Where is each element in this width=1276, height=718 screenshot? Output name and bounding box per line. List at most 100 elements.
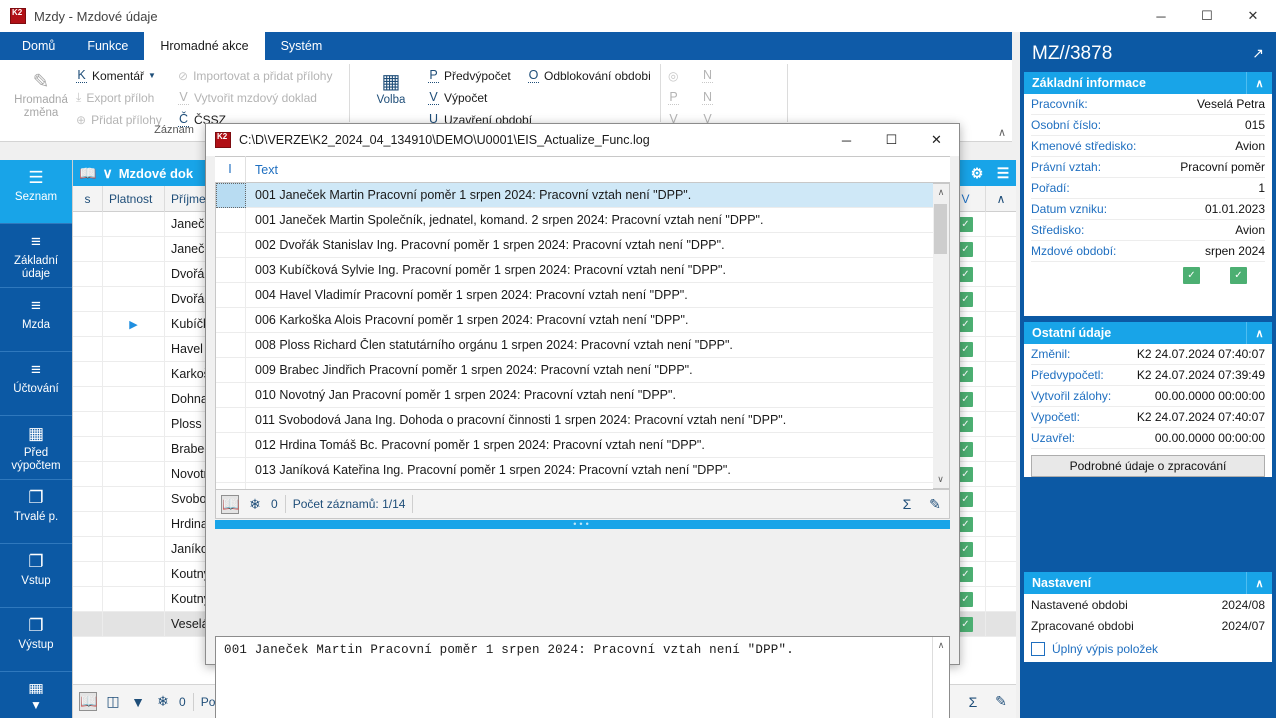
log-row[interactable]: 002 Dvořák Stanislav Ing. Pracovní poměr… [216,232,949,258]
info-value: srpen 2024 [1204,244,1265,258]
log-row[interactable]: 001 Janeček Martin Společník, jednatel, … [216,207,949,233]
predvypocet-button[interactable]: P Předvýpočet [428,65,532,86]
volba-button[interactable]: ▦ Volba [356,64,426,107]
section-title-nastaveni: Nastavení [1032,576,1092,590]
book-icon[interactable]: 📖 [79,692,97,711]
chevron-down-icon[interactable]: ∨ [102,165,112,182]
log-dialog-maximize-button[interactable]: ☐ [869,124,914,156]
column-header-platnost[interactable]: Platnost [103,185,165,212]
log-scrollbar-thumb[interactable] [934,204,947,254]
log-list-scrollbar[interactable]: ∧ ∨ [933,183,950,489]
chevron-down-icon[interactable]: ▼ [148,71,156,80]
log-row-marker [216,332,246,358]
sidebar-item-uctovani[interactable]: ≡ Účtování [0,352,72,416]
maximize-button[interactable]: ☐ [1184,0,1230,32]
log-row-text: 004 Havel Vladimír Pracovní poměr 1 srpe… [255,288,688,302]
cell-sort [986,387,1016,412]
popout-icon[interactable]: ↗ [1252,45,1264,62]
odblokovani-obdobi-button[interactable]: O Odblokování obdobi [528,65,651,86]
chevron-up-icon[interactable]: ∧ [1246,72,1272,94]
sidebar-item-vstup[interactable]: ❐ Vstup [0,544,72,608]
log-dialog-minimize-button[interactable]: ─ [824,124,869,156]
section-header-zakladni-informace[interactable]: Základní informace ∧ [1024,72,1272,94]
chevron-up-icon[interactable]: ∧ [1246,322,1272,344]
sidebar-more-button[interactable]: ▼ [0,694,72,718]
ribbon-tab-hromadne-akce[interactable]: Hromadné akce [144,32,265,60]
ribbon-group-disabled: ◎ P V N N V [666,60,786,127]
log-row[interactable]: 011 Svobodová Jana Ing. Dohoda o pracovn… [216,407,949,433]
ribbon-tab-system[interactable]: Systém [265,32,339,60]
sidebar-item-mzda[interactable]: ≡ Mzda [0,288,72,352]
importovat-prilohy-button[interactable]: ⊘ Importovat a přidat přílohy [178,65,332,86]
chevron-up-icon[interactable]: ∧ [1246,572,1272,594]
menu-icon[interactable]: ☰ [990,160,1016,186]
section-header-ostatni-udaje[interactable]: Ostatní údaje ∧ [1024,322,1272,344]
ribbon-collapse-button[interactable]: ∧ [998,126,1006,139]
scroll-down-icon[interactable]: ∨ [933,471,948,488]
log-row[interactable]: 012 Hrdina Tomáš Bc. Pracovní poměr 1 sr… [216,432,949,458]
log-row[interactable]: 010 Novotný Jan Pracovní poměr 1 srpen 2… [216,382,949,408]
disabled-ring-button[interactable]: ◎ [668,65,684,86]
box-icon[interactable]: ◫ [104,693,122,710]
sidebar-item-trvale-p[interactable]: ❐ Trvalé p. [0,480,72,544]
sum-icon[interactable]: Σ [964,694,982,710]
log-row[interactable]: 004 Havel Vladimír Pracovní poměr 1 srpe… [216,282,949,308]
cell-sort [986,487,1016,512]
sum-icon[interactable]: Σ [898,496,916,512]
info-row: Středisko: Avion [1031,220,1265,241]
log-row[interactable]: 003 Kubíčková Sylvie Ing. Pracovní poměr… [216,257,949,283]
column-header-s[interactable]: s [73,185,103,212]
scroll-up-icon[interactable]: ∧ [933,184,949,201]
sidebar-item-zakladni-udaje[interactable]: ≡ Základní údaje [0,224,72,288]
snowflake-icon[interactable]: ❄ [154,693,172,710]
log-list[interactable]: 001 Janeček Martin Pracovní poměr 1 srpe… [215,183,950,489]
dialog-splitter[interactable]: ••• [215,520,950,529]
komentar-button[interactable]: K Komentář ▼ [76,65,162,86]
vytvorit-mzdovy-doklad-button[interactable]: V Vytvořit mzdový doklad [178,87,332,108]
hromadna-zmena-button[interactable]: ✎ Hromadná změna [6,64,76,120]
sidebar-item-vystup[interactable]: ❐ Výstup [0,608,72,672]
vypocet-button[interactable]: V Výpočet [428,87,532,108]
log-row-text: 003 Kubíčková Sylvie Ing. Pracovní poměr… [255,263,726,277]
log-dialog-close-button[interactable]: ✕ [914,124,959,156]
filter-icon[interactable]: ▼ [129,694,147,710]
disabled-n1-button[interactable]: N [702,65,718,86]
log-row[interactable]: 009 Brabec Jindřich Pracovní poměr 1 srp… [216,357,949,383]
column-header-sort[interactable]: ∧ [986,186,1016,212]
section-header-nastaveni[interactable]: Nastavení ∧ [1024,572,1272,594]
grid-header-tools: ⚙ ☰ [964,160,1016,186]
sidebar-item-seznam[interactable]: ☰ Seznam [0,160,72,224]
ribbon-separator-1 [349,64,350,122]
cell-s [73,236,103,262]
close-button[interactable]: ✕ [1230,0,1276,32]
disabled-n2-button[interactable]: N [702,87,718,108]
edit-icon[interactable]: ✎ [992,693,1010,710]
log-dialog-window-controls: ─ ☐ ✕ [824,124,959,156]
checkbox-row-uplny-vypis[interactable]: Úplný výpis položek [1031,636,1265,662]
book-icon[interactable]: 📖 [221,494,239,514]
log-row[interactable]: 013 Janíková Kateřina Ing. Pracovní pomě… [216,457,949,483]
log-detail-pane[interactable]: 001 Janeček Martin Pracovní poměr 1 srpe… [215,636,950,718]
log-row[interactable]: 006 Karkoška Alois Pracovní poměr 1 srpe… [216,307,949,333]
sidebar-item-pred-vypoctem[interactable]: ▦ Před výpočtem [0,416,72,480]
minimize-button[interactable]: ─ [1138,0,1184,32]
log-column-header-text[interactable]: Text [246,163,278,177]
detail-vertical-scrollbar[interactable]: ∧ ∨ [932,637,949,718]
pridat-prilohy-button[interactable]: ⊕ Přidat přílohy [76,109,162,130]
log-row[interactable]: 001 Janeček Martin Pracovní poměr 1 srpe… [216,183,949,208]
gear-icon[interactable]: ⚙ [964,160,990,186]
ribbon-tab-domu[interactable]: Domů [6,32,71,60]
export-priloh-button[interactable]: ⤓ Export příloh [76,87,162,108]
log-row-text: 011 Svobodová Jana Ing. Dohoda o pracovn… [255,413,787,427]
scroll-up-icon[interactable]: ∧ [933,637,949,654]
snowflake-icon[interactable]: ❄ [246,496,264,513]
log-column-header-i[interactable]: I [215,156,246,183]
log-row[interactable]: 008 Ploss Richard Člen statutárního orgá… [216,332,949,358]
ribbon-tab-funkce[interactable]: Funkce [71,32,144,60]
uplny-vypis-checkbox[interactable] [1031,642,1045,656]
section-body-nastaveni: Nastavené obdobi 2024/08 Zpracované obdo… [1024,594,1272,662]
edit-icon[interactable]: ✎ [926,496,944,513]
podrobne-udaje-button[interactable]: Podrobné údaje o zpracování [1031,455,1265,477]
disabled-p-button[interactable]: P [668,87,684,108]
cell-sort [986,362,1016,387]
